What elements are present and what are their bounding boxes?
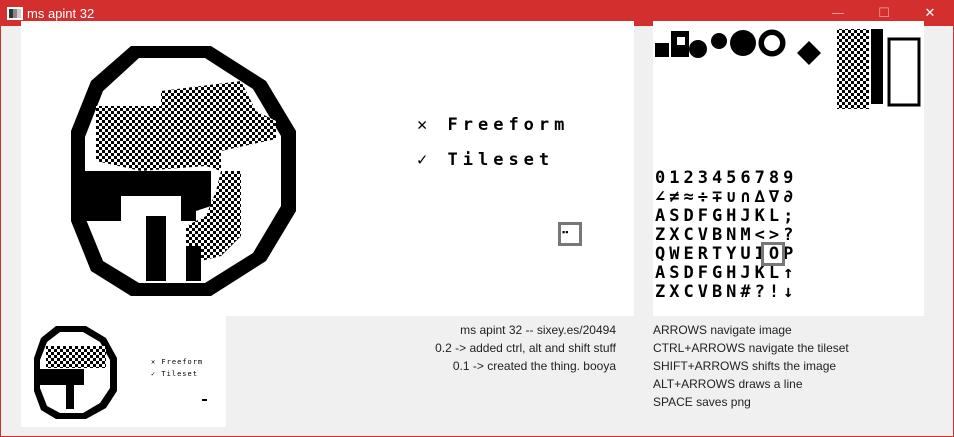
preview-menu-tileset: ✓ Tileset — [151, 370, 198, 378]
tileset-row: QWERTYUIOP — [655, 244, 798, 264]
tileset-label: Tileset — [447, 150, 555, 170]
changelog-line: 0.2 -> added ctrl, alt and shift stuff — [435, 341, 616, 355]
version-info: ms apint 32 -- sixey.es/20494 0.2 -> add… — [261, 321, 616, 375]
tileset-row: ASDFGHJKL↑ — [655, 263, 798, 283]
version-line: ms apint 32 -- sixey.es/20494 — [460, 323, 616, 337]
help-line: SHIFT+ARROWS shifts the image — [653, 359, 837, 373]
tileset-row: 0123456789 — [655, 168, 798, 188]
check-icon: ✓ — [417, 150, 433, 170]
tileset-row: ZXCVBNM<>? — [655, 225, 798, 245]
preview-cursor-dot — [202, 399, 207, 401]
preview-menu-freeform: ✕ Freeform — [151, 358, 204, 366]
help-line: SPACE saves png — [653, 395, 751, 409]
tileset-row: ASDFGHJKL; — [655, 206, 798, 226]
menu-tileset[interactable]: ✓ Tileset — [417, 150, 554, 170]
tileset-row: ZXCVBN#?!↓ — [655, 282, 798, 302]
tileset-selection-cursor — [761, 242, 785, 266]
cursor-tile: ▪▪ — [562, 227, 569, 237]
tileset-row: ∠≠≈÷∓∪∩∆∇∂ — [655, 187, 798, 207]
tileset-panel[interactable]: 0123456789 ∠≠≈÷∓∪∩∆∇∂ ASDFGHJKL; ZXCVBNM… — [653, 21, 924, 316]
tileset-glyph-grid: 0123456789 ∠≠≈÷∓∪∩∆∇∂ ASDFGHJKL; ZXCVBNM… — [655, 169, 920, 302]
menu-freeform[interactable]: ✕ Freeform — [417, 115, 569, 135]
cross-icon: ✕ — [417, 115, 433, 135]
drawing-canvas[interactable]: ✕ Freeform ✓ Tileset ▪▪ — [21, 21, 634, 316]
app-icon — [7, 7, 23, 20]
controls-help: ARROWS navigate image CTRL+ARROWS naviga… — [653, 321, 943, 411]
changelog-line: 0.1 -> created the thing. booya — [452, 359, 616, 373]
window-title: ms apint 32 — [27, 6, 95, 21]
canvas-cursor: ▪▪ — [558, 222, 582, 246]
image-preview: ✕ Freeform ✓ Tileset — [21, 316, 226, 427]
app-window: ms apint 32 — ☐ ✕ ✕ Freeform ✓ Tileset ▪… — [0, 0, 954, 437]
help-line: ALT+ARROWS draws a line — [653, 377, 803, 391]
freeform-label: Freeform — [447, 115, 570, 135]
help-line: CTRL+ARROWS navigate the tileset — [653, 341, 849, 355]
help-line: ARROWS navigate image — [653, 323, 792, 337]
